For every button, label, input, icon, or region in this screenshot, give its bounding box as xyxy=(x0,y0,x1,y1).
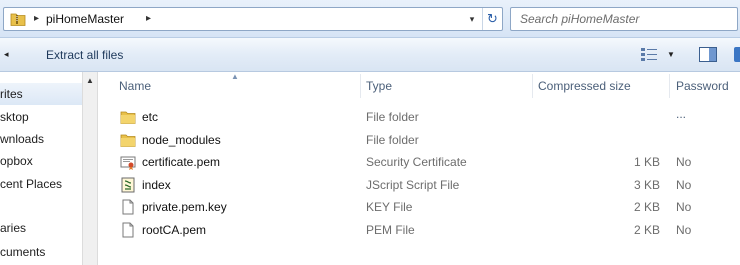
file-row-private-key[interactable]: private.pem.key KEY File 2 KB No xyxy=(98,196,740,218)
address-bar[interactable]: ▸ piHomeMaster ▸ ▾ ↻ xyxy=(3,7,503,31)
zip-folder-icon xyxy=(10,13,26,26)
file-type: PEM File xyxy=(366,223,415,237)
file-type: File folder xyxy=(366,110,419,124)
file-name: node_modules xyxy=(142,133,221,147)
column-divider[interactable] xyxy=(669,74,670,98)
breadcrumb-separator[interactable]: ▸ xyxy=(34,13,39,24)
column-divider[interactable] xyxy=(360,74,361,98)
file-password: No xyxy=(676,155,692,169)
extract-all-files-button[interactable]: Extract all files xyxy=(46,48,123,62)
file-name: rootCA.pem xyxy=(142,223,207,237)
file-icon xyxy=(122,222,134,238)
folder-icon xyxy=(120,134,136,147)
nav-item-recent-places[interactable]: cent Places xyxy=(0,173,82,195)
file-password: No xyxy=(676,223,692,237)
breadcrumb-separator[interactable]: ▸ xyxy=(146,13,151,24)
address-bar-strip: ▸ piHomeMaster ▸ ▾ ↻ Search piHomeMaster xyxy=(0,0,740,38)
file-row-node-modules[interactable]: node_modules File folder xyxy=(98,129,740,151)
help-icon[interactable] xyxy=(734,47,740,62)
nav-item-libraries[interactable]: aries xyxy=(0,217,82,239)
file-name: etc xyxy=(142,110,159,124)
preview-pane-icon[interactable] xyxy=(699,47,717,62)
search-placeholder: Search piHomeMaster xyxy=(520,12,640,26)
navigation-scrollbar[interactable]: ▲ xyxy=(82,72,98,265)
view-options-icon[interactable] xyxy=(641,47,657,61)
file-type: JScript Script File xyxy=(366,178,460,192)
toolbar-overflow-icon[interactable]: ◂ xyxy=(4,49,9,60)
file-size: 2 KB xyxy=(633,223,660,237)
file-password: No xyxy=(676,200,692,214)
nav-item-documents[interactable]: cuments xyxy=(0,241,82,263)
file-row-index[interactable]: index JScript Script File 3 KB No xyxy=(98,174,740,196)
script-icon xyxy=(121,177,135,193)
column-divider[interactable] xyxy=(532,74,533,98)
column-header-password[interactable]: Password ... xyxy=(676,72,740,121)
file-type: KEY File xyxy=(366,200,413,214)
nav-item-downloads[interactable]: wnloads xyxy=(0,128,82,150)
file-name: certificate.pem xyxy=(142,155,221,169)
address-dropdown-icon[interactable]: ▾ xyxy=(462,8,482,30)
file-row-rootca[interactable]: rootCA.pem PEM File 2 KB No xyxy=(98,219,740,241)
view-dropdown-icon[interactable]: ▼ xyxy=(667,50,675,59)
breadcrumb-piHomeMaster[interactable]: piHomeMaster xyxy=(46,12,124,26)
certificate-icon xyxy=(120,156,136,170)
file-type: Security Certificate xyxy=(366,155,467,169)
column-header-type[interactable]: Type xyxy=(366,72,392,100)
file-password: No xyxy=(676,178,692,192)
folder-icon xyxy=(120,111,136,124)
sort-ascending-icon: ▲ xyxy=(231,72,239,81)
file-row-etc[interactable]: etc File folder xyxy=(98,106,740,128)
nav-item-favorites[interactable]: rites xyxy=(0,83,82,105)
file-icon xyxy=(122,199,134,215)
file-type: File folder xyxy=(366,133,419,147)
column-header-compressed-size[interactable]: Compressed size xyxy=(538,72,631,100)
nav-item-desktop[interactable]: sktop xyxy=(0,106,82,128)
file-name: index xyxy=(142,178,171,192)
search-input[interactable]: Search piHomeMaster xyxy=(510,7,738,31)
file-size: 2 KB xyxy=(633,200,660,214)
nav-item-dropbox[interactable]: opbox xyxy=(0,150,82,172)
file-size: 3 KB xyxy=(633,178,660,192)
file-name: private.pem.key xyxy=(142,200,227,214)
scroll-up-icon[interactable]: ▲ xyxy=(83,74,97,88)
file-size: 1 KB xyxy=(633,155,660,169)
navigation-pane: rites sktop wnloads opbox cent Places ar… xyxy=(0,72,82,265)
toolbar: ◂ Extract all files ▼ xyxy=(0,38,740,72)
file-row-certificate[interactable]: certificate.pem Security Certificate 1 K… xyxy=(98,151,740,173)
refresh-icon[interactable]: ↻ xyxy=(482,8,502,30)
column-header-name[interactable]: Name xyxy=(119,72,151,100)
